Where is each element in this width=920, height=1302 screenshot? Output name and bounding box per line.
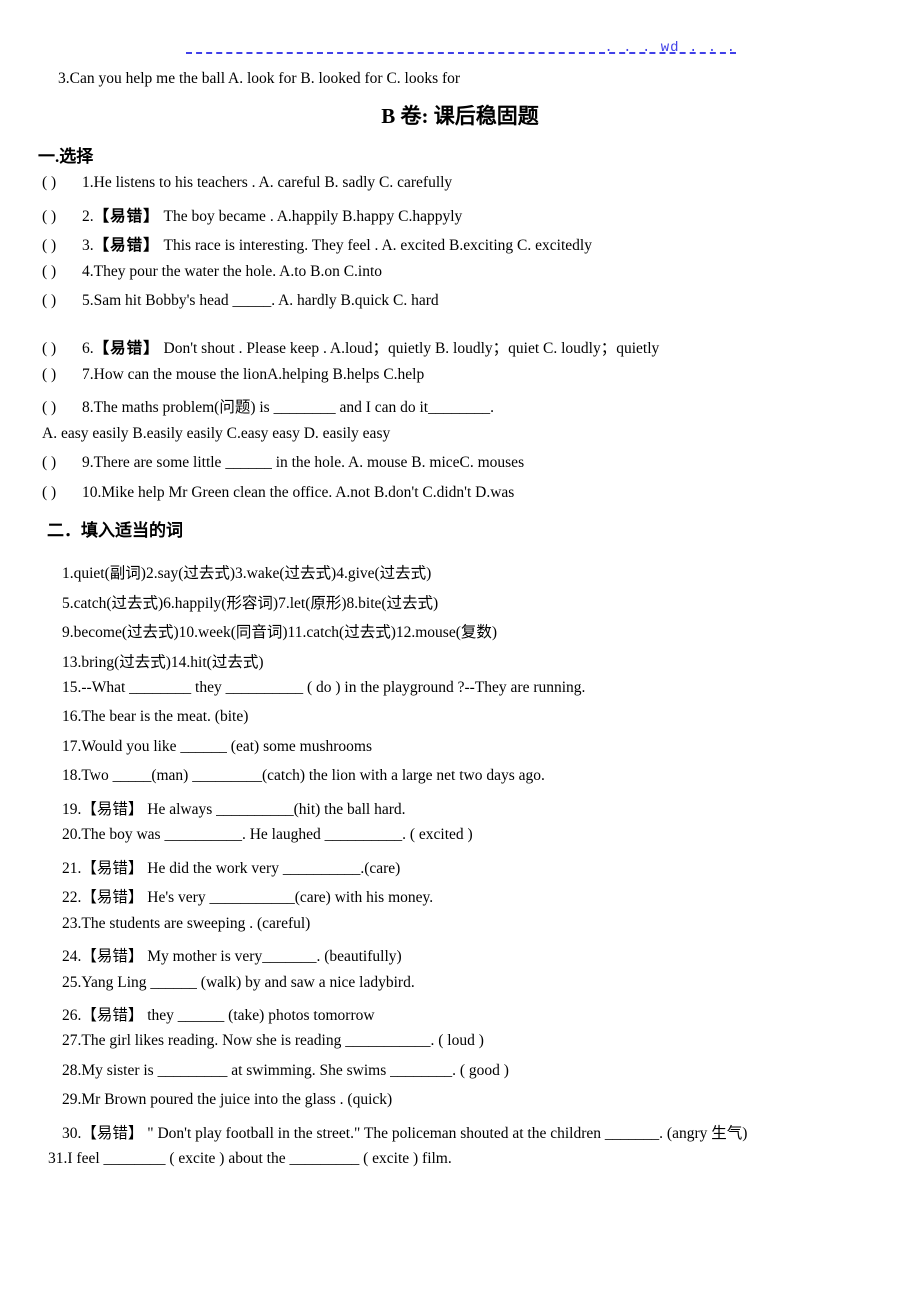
answer-bracket-3[interactable]: ( ) bbox=[42, 237, 82, 255]
carryover-question: 3.Can you help me the ball A. look for B… bbox=[58, 70, 461, 87]
fill-item-line-3: 9.become(过去式)10.week(同音词)11.catch(过去式)12… bbox=[62, 624, 498, 641]
section-heading-choice: 一.选择 bbox=[38, 147, 94, 166]
choice-question-8: ( ) 8.The maths problem(问题) is ________ a… bbox=[42, 395, 494, 417]
section-heading-fill: 二．填入适当的词 bbox=[47, 521, 183, 540]
choice-question-8-text: 8.The maths problem(问题) is ________ and … bbox=[82, 399, 494, 416]
answer-bracket-2[interactable]: ( ) bbox=[42, 208, 82, 226]
fill-item-24: 24.【易错】 My mother is very_______. (beaut… bbox=[62, 948, 402, 965]
fill-item-22: 22.【易错】 He's very ___________(care) with… bbox=[62, 889, 434, 906]
error-prone-tag-3: 【易错】 bbox=[93, 237, 160, 254]
choice-question-7-text: 7.How can the mouse the lionA.helping B.… bbox=[82, 366, 425, 383]
answer-bracket-1[interactable]: ( ) bbox=[42, 174, 82, 192]
watermark-text: . . . wd . . . bbox=[604, 40, 736, 56]
answer-bracket-5[interactable]: ( ) bbox=[42, 292, 82, 310]
answer-bracket-6[interactable]: ( ) bbox=[42, 340, 82, 358]
choice-question-4-text: 4.They pour the water the hole. A.to B.o… bbox=[82, 263, 383, 280]
error-prone-tag-6: 【易错】 bbox=[93, 340, 160, 357]
choice-question-3-text: This race is interesting. They feel . A.… bbox=[159, 237, 592, 254]
choice-question-6: ( ) 6.【易错】 Don't shout . Please keep . A.… bbox=[42, 336, 659, 358]
document-page: . . . wd . . . 3.Can you help me the bal… bbox=[0, 0, 920, 1302]
choice-question-9-text: 9.There are some little ______ in the ho… bbox=[82, 454, 525, 471]
answer-bracket-7[interactable]: ( ) bbox=[42, 366, 82, 384]
fill-item-26: 26.【易错】 they ______ (take) photos tomorr… bbox=[62, 1007, 375, 1024]
fill-item-18: 18.Two _____(man) _________(catch) the l… bbox=[62, 767, 545, 784]
fill-item-20: 20.The boy was __________. He laughed __… bbox=[62, 826, 473, 843]
error-prone-tag-2: 【易错】 bbox=[93, 208, 160, 225]
fill-item-16: 16.The bear is the meat. (bite) bbox=[62, 708, 249, 725]
answer-bracket-10[interactable]: ( ) bbox=[42, 484, 82, 502]
fill-item-23: 23.The students are sweeping . (careful) bbox=[62, 915, 311, 932]
fill-item-17: 17.Would you like ______ (eat) some mush… bbox=[62, 738, 373, 755]
choice-question-6-num: 6. bbox=[82, 340, 94, 357]
choice-question-2-num: 2. bbox=[82, 208, 94, 225]
fill-item-29: 29.Mr Brown poured the juice into the gl… bbox=[62, 1091, 393, 1108]
answer-bracket-9[interactable]: ( ) bbox=[42, 454, 82, 472]
choice-question-8-options: A. easy easily B.easily easily C.easy ea… bbox=[42, 425, 391, 442]
fill-item-27: 27.The girl likes reading. Now she is re… bbox=[62, 1032, 484, 1049]
choice-question-10-text: 10.Mike help Mr Green clean the office. … bbox=[82, 484, 515, 501]
answer-bracket-4[interactable]: ( ) bbox=[42, 263, 82, 281]
choice-question-1-text: 1.He listens to his teachers . A. carefu… bbox=[82, 174, 453, 191]
fill-item-line-1: 1.quiet(副词)2.say(过去式)3.wake(过去式)4.give(过… bbox=[62, 565, 432, 582]
fill-item-30: 30.【易错】 " Don't play football in the str… bbox=[62, 1125, 748, 1142]
choice-question-2-text: The boy became . A.happily B.happy C.hap… bbox=[159, 208, 463, 225]
choice-question-10: ( ) 10.Mike help Mr Green clean the offic… bbox=[42, 484, 514, 502]
choice-question-9: ( ) 9.There are some little ______ in the… bbox=[42, 454, 524, 472]
choice-question-6-text: Don't shout . Please keep . A.loud；quiet… bbox=[159, 340, 660, 357]
choice-question-5: ( ) 5.Sam hit Bobby's head _____. A. hard… bbox=[42, 292, 439, 310]
fill-item-28: 28.My sister is _________ at swimming. S… bbox=[62, 1062, 509, 1079]
fill-item-line-4: 13.bring(过去式)14.hit(过去式) bbox=[62, 654, 264, 671]
choice-question-5-text: 5.Sam hit Bobby's head _____. A. hardly … bbox=[82, 292, 439, 309]
answer-bracket-8[interactable]: ( ) bbox=[42, 399, 82, 417]
choice-question-2: ( ) 2.【易错】 The boy became . A.happily B.h… bbox=[42, 204, 462, 226]
page-title: B 卷: 课后稳固题 bbox=[381, 104, 539, 128]
fill-item-15: 15.--What ________ they __________ ( do … bbox=[62, 679, 586, 696]
choice-question-7: ( ) 7.How can the mouse the lionA.helping… bbox=[42, 366, 424, 384]
choice-question-3-num: 3. bbox=[82, 237, 94, 254]
fill-item-25: 25.Yang Ling ______ (walk) by and saw a … bbox=[62, 974, 415, 991]
fill-item-19: 19.【易错】 He always __________(hit) the ba… bbox=[62, 801, 406, 818]
fill-item-line-2: 5.catch(过去式)6.happily(形容词)7.let(原形)8.bit… bbox=[62, 595, 439, 612]
choice-question-4: ( ) 4.They pour the water the hole. A.to … bbox=[42, 263, 382, 281]
fill-item-21: 21.【易错】 He did the work very __________.… bbox=[62, 860, 401, 877]
choice-question-3: ( ) 3.【易错】 This race is interesting. They… bbox=[42, 233, 592, 255]
fill-item-31: 31.I feel ________ ( excite ) about the … bbox=[48, 1150, 452, 1167]
choice-question-1: ( ) 1.He listens to his teachers . A. car… bbox=[42, 174, 452, 192]
